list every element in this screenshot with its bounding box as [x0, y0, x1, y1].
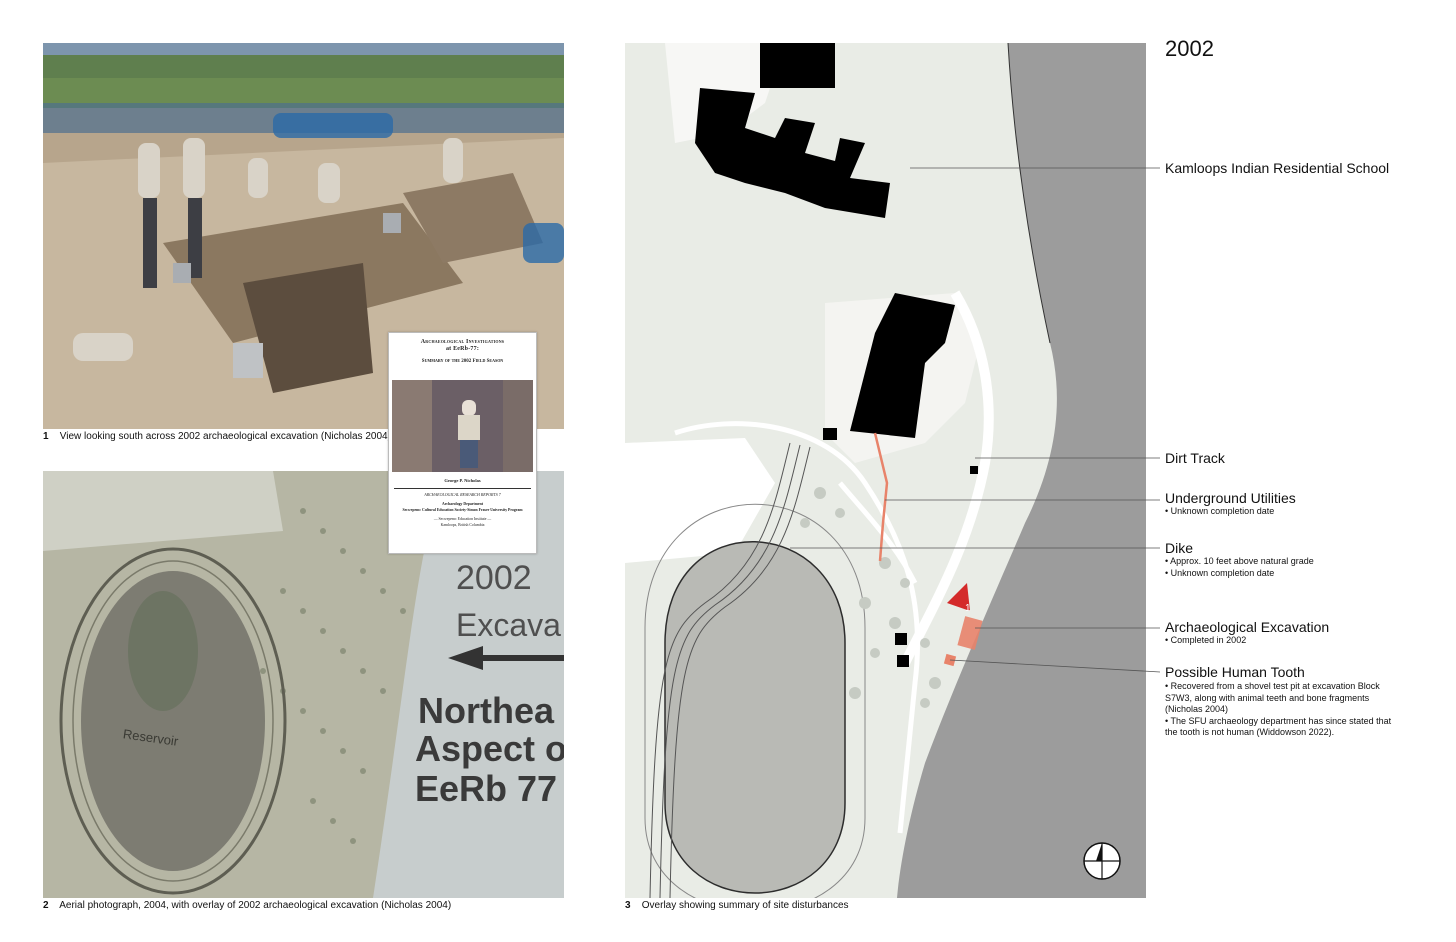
label-utilities: Underground Utilities — [1165, 490, 1296, 506]
leader-lines — [790, 167, 1161, 673]
dike-note-1: • Approx. 10 feet above natural grade — [1165, 556, 1314, 566]
tooth-note-2: • The SFU archaeology department has sin… — [1165, 715, 1392, 738]
label-dirt-track: Dirt Track — [1165, 450, 1225, 466]
dike-notes: • Approx. 10 feet above natural grade • … — [1165, 556, 1405, 579]
tooth-notes: • Recovered from a shovel test pit at ex… — [1165, 681, 1397, 739]
utilities-note-1: • Unknown completion date — [1165, 506, 1275, 516]
excavation-note: • Completed in 2002 — [1165, 635, 1405, 647]
label-excavation: Archaeological Excavation — [1165, 619, 1330, 635]
label-dike: Dike — [1165, 540, 1194, 556]
excavation-note-1: • Completed in 2002 — [1165, 635, 1247, 645]
label-tooth: Possible Human Tooth — [1165, 664, 1305, 680]
utilities-note: • Unknown completion date — [1165, 506, 1405, 518]
tooth-note-1: • Recovered from a shovel test pit at ex… — [1165, 681, 1380, 714]
dike-note-2: • Unknown completion date — [1165, 567, 1275, 578]
plan-year: 2002 — [1165, 36, 1214, 61]
label-school: Kamloops Indian Residential School — [1165, 160, 1390, 176]
